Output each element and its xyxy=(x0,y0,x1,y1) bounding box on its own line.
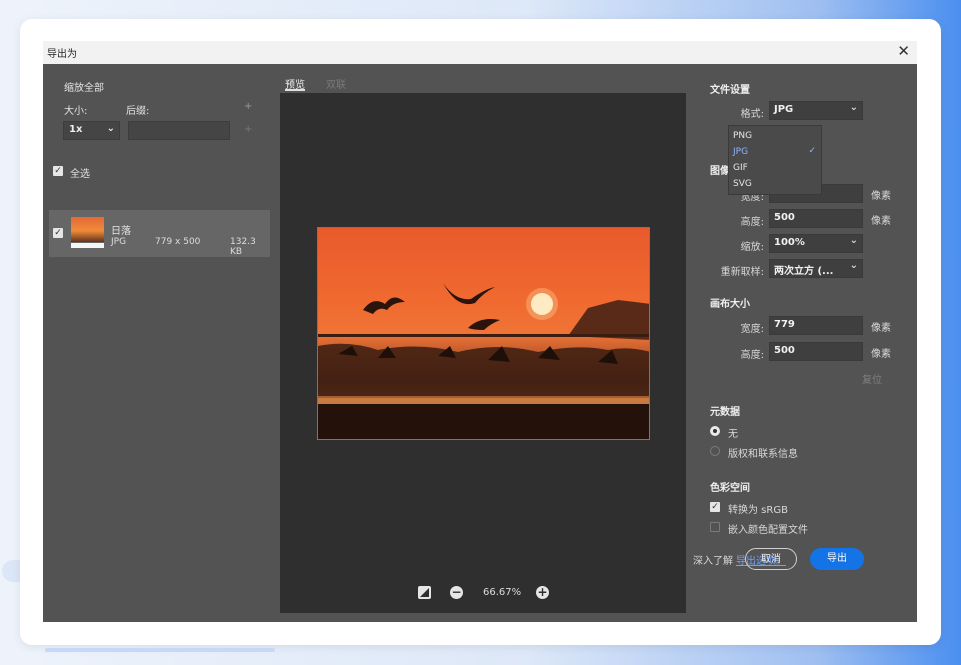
metadata-none-radio[interactable] xyxy=(710,426,720,436)
file-list-item[interactable]: ✓ 日落 JPG 779 x 500 132.3 KB xyxy=(49,210,270,257)
width-unit: 像素 xyxy=(871,191,891,202)
chevron-down-icon: ⌄ xyxy=(849,235,858,246)
select-all-checkbox[interactable]: ✓ xyxy=(53,166,63,176)
chevron-down-icon: ⌄ xyxy=(849,260,858,271)
zoom-level: 66.67% xyxy=(483,587,522,598)
color-space-heading: 色彩空间 xyxy=(710,483,750,494)
scale-all-label: 缩放全部 xyxy=(64,83,104,94)
format-option-gif[interactable]: GIF xyxy=(733,163,748,173)
size-value: 1x xyxy=(69,124,83,135)
format-select[interactable]: JPG ⌄ xyxy=(769,101,863,120)
add-scale-button[interactable]: + xyxy=(244,101,252,112)
preview-image xyxy=(317,227,650,440)
metadata-none-label: 无 xyxy=(728,429,738,440)
format-value: JPG xyxy=(774,104,794,115)
file-dimensions: 779 x 500 xyxy=(155,237,201,247)
file-checkbox[interactable]: ✓ xyxy=(53,228,63,238)
format-option-svg[interactable]: SVG xyxy=(733,179,752,189)
learn-more-text: 深入了解 xyxy=(693,556,733,567)
convert-srgb-label: 转换为 sRGB xyxy=(728,505,788,516)
close-button[interactable]: ✕ xyxy=(897,42,910,60)
height-unit: 像素 xyxy=(871,216,891,227)
left-pane: 缩放全部 大小: 后缀: + 1x ⌄ + ✓ 全选 ✓ 日落 JPG 779 … xyxy=(43,64,279,622)
tab-2up[interactable]: 双联 xyxy=(326,76,346,91)
tab-underline xyxy=(285,89,305,91)
size-label: 大小: xyxy=(64,106,88,117)
file-format: JPG xyxy=(111,237,127,247)
canvas-width-unit: 像素 xyxy=(871,323,891,334)
metadata-copyright-radio[interactable] xyxy=(710,446,720,456)
embed-profile-checkbox[interactable] xyxy=(710,522,720,532)
metadata-copyright-label: 版权和联系信息 xyxy=(728,449,798,460)
file-settings-heading: 文件设置 xyxy=(710,85,750,96)
format-option-jpg[interactable]: JPG xyxy=(733,147,748,157)
zoom-in-icon[interactable]: + xyxy=(536,586,549,599)
canvas-width-input[interactable]: 779 xyxy=(769,316,863,335)
fit-to-view-icon[interactable] xyxy=(418,586,431,599)
zoom-bar: − 66.67% + xyxy=(280,581,686,605)
title-bar: 导出为 ✕ xyxy=(43,41,917,64)
scale-select[interactable]: 100% ⌄ xyxy=(769,234,863,253)
canvas-height-input[interactable]: 500 xyxy=(769,342,863,361)
sunset-illustration xyxy=(318,283,649,439)
suffix-label: 后缀: xyxy=(126,106,150,117)
format-label: 格式: xyxy=(740,109,764,120)
resample-select[interactable]: 两次立方 (... ⌄ xyxy=(769,259,863,278)
chevron-down-icon: ⌄ xyxy=(849,102,858,113)
preview-area: − 66.67% + xyxy=(280,93,686,613)
canvas-width-label: 宽度: xyxy=(740,324,764,335)
zoom-out-icon[interactable]: − xyxy=(450,586,463,599)
size-select[interactable]: 1x ⌄ xyxy=(63,121,120,140)
metadata-heading: 元数据 xyxy=(710,407,740,418)
export-button[interactable]: 导出 xyxy=(810,548,864,570)
cancel-button[interactable]: 取消 xyxy=(745,548,797,570)
resample-label: 重新取样: xyxy=(720,267,764,278)
file-thumbnail xyxy=(71,217,104,248)
background-bar xyxy=(45,648,275,652)
file-name: 日落 xyxy=(111,226,131,237)
add-icon: + xyxy=(244,124,253,135)
embed-profile-label: 嵌入颜色配置文件 xyxy=(728,525,808,536)
resample-value: 两次立方 (... xyxy=(774,266,834,277)
height-input[interactable]: 500 xyxy=(769,209,863,228)
canvas-height-label: 高度: xyxy=(740,350,764,361)
scale-label: 缩放: xyxy=(740,242,764,253)
canvas-height-unit: 像素 xyxy=(871,349,891,360)
scale-value: 100% xyxy=(774,237,805,248)
select-all-label: 全选 xyxy=(70,169,90,180)
suffix-input[interactable] xyxy=(128,121,230,140)
format-dropdown-menu: PNG JPG ✓ GIF SVG xyxy=(728,125,822,195)
reset-button[interactable]: 复位 xyxy=(862,371,882,386)
dialog-title: 导出为 xyxy=(47,49,77,60)
format-option-png[interactable]: PNG xyxy=(733,131,752,141)
convert-srgb-checkbox[interactable]: ✓ xyxy=(710,502,720,512)
file-size: 132.3 KB xyxy=(230,237,256,257)
height-label: 高度: xyxy=(740,217,764,228)
chevron-down-icon: ⌄ xyxy=(106,123,115,134)
canvas-size-heading: 画布大小 xyxy=(710,299,750,310)
checkmark-icon: ✓ xyxy=(808,146,816,156)
